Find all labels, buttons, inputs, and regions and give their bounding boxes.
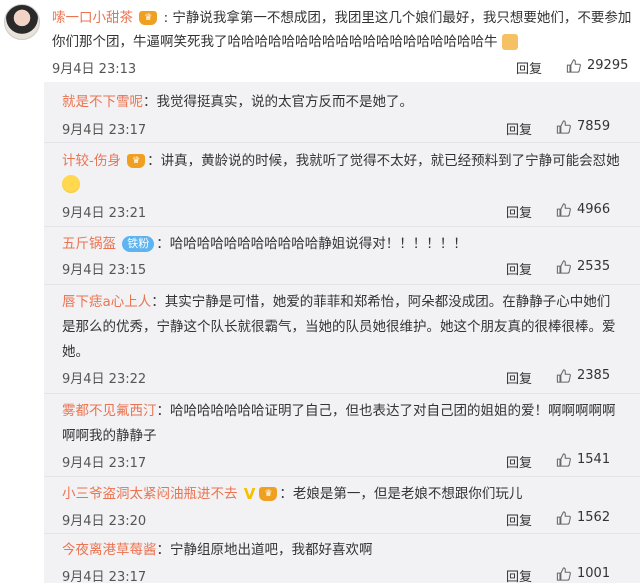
weibo-comment-thread: 嗦一口小甜茶 ♛ : 宁静说我拿第一不想成团，我团里这几个娘们最好，我只想要她们…	[0, 0, 640, 585]
like-count: 7859	[577, 119, 611, 134]
crown-badge-icon: ♛	[139, 11, 158, 25]
reply-button[interactable]: 回复	[506, 566, 532, 585]
divider	[44, 476, 640, 477]
reply-time: 9月4日 23:21	[62, 206, 147, 221]
reply-author[interactable]: 计较-伤身	[62, 153, 121, 169]
reply-text: 啊啊我的静静子	[62, 428, 157, 444]
reply-time: 9月4日 23:17	[62, 456, 147, 471]
reply-author[interactable]: 小三爷盗洞太紧闷油瓶进不去	[62, 486, 238, 502]
reply-text: 是那么的优秀，宁静这个队长就很霸气，当她的队员她很维护。她这个朋友真的很棒很棒。…	[62, 319, 616, 335]
reply-author[interactable]: 五斤锅盔	[62, 236, 116, 252]
reply-button[interactable]: 回复	[516, 58, 542, 77]
reply-button[interactable]: 回复	[506, 368, 532, 387]
like-button[interactable]: 1001	[556, 566, 610, 581]
divider	[44, 142, 640, 143]
reply-time: 9月4日 23:20	[62, 514, 147, 529]
v-icon: V	[243, 485, 256, 503]
comment-time: 9月4日 23:13	[52, 62, 137, 77]
like-button[interactable]: 7859	[556, 119, 610, 134]
reply-line: 今夜离港草莓酱：宁静组原地出道吧，我都好喜欢啊	[62, 540, 373, 560]
like-count: 2385	[577, 368, 611, 383]
reply-text: ：其实宁静是可惜，她爱的菲菲和郑希怡，阿朵都没成团。在静静子心中她们	[151, 294, 611, 310]
like-button[interactable]: 29295	[566, 58, 628, 73]
reply-text: ：哈哈哈哈哈哈哈哈哈哈哈静姐说得对！！！！！！	[156, 236, 467, 252]
thumbs-up-icon	[556, 119, 571, 134]
reply-text: ：我觉得挺真实，说的太官方反而不是她了。	[143, 94, 413, 110]
reply-author[interactable]: 就是不下雪呢	[62, 94, 143, 110]
thumbs-up-icon	[556, 566, 571, 581]
like-button[interactable]: 1562	[556, 510, 610, 525]
reply-text: ：讲真，黄龄说的时候，我就听了觉得不太好，就已经预料到了宁静可能会怼她	[147, 153, 620, 169]
thumbs-up-icon	[556, 510, 571, 525]
thumbs-up-icon	[556, 368, 571, 383]
laughing-emoji	[62, 175, 80, 193]
fan-level-badge: 铁粉	[122, 236, 155, 252]
like-button[interactable]: 4966	[556, 202, 610, 217]
thumbs-up-icon	[566, 58, 581, 73]
reply-author[interactable]: 唇下痣a心上人	[62, 294, 151, 310]
divider	[44, 533, 640, 534]
reply-text: ：老娘是第一，但是老娘不想跟你们玩儿	[279, 486, 523, 502]
reply-line: 五斤锅盔 铁粉 ：哈哈哈哈哈哈哈哈哈哈哈静姐说得对！！！！！！	[62, 234, 467, 254]
crown-badge-icon: ♛	[127, 154, 146, 168]
like-count: 2535	[577, 259, 611, 274]
reply-button[interactable]: 回复	[506, 119, 532, 138]
reply-line: 唇下痣a心上人：其实宁静是可惜，她爱的菲菲和郑希怡，阿朵都没成团。在静静子心中她…	[62, 292, 610, 312]
reply-author[interactable]: 今夜离港草莓酱	[62, 542, 157, 558]
like-count: 1541	[577, 452, 611, 467]
reply-button[interactable]: 回复	[506, 452, 532, 471]
reply-line: 她。	[62, 342, 89, 362]
reply-time: 9月4日 23:22	[62, 372, 147, 387]
thumbs-up-icon	[556, 259, 571, 274]
thumbs-up-icon	[556, 452, 571, 467]
main-comment: 嗦一口小甜茶 ♛ : 宁静说我拿第一不想成团，我团里这几个娘们最好，我只想要她们…	[0, 0, 640, 78]
comment-text-1: : 宁静说我拿第一不想成团，我团里这几个娘们最好，我只想要她们，不要参加	[163, 10, 632, 26]
reply-time: 9月4日 23:17	[62, 123, 147, 138]
reply-time: 9月4日 23:17	[62, 570, 147, 585]
divider	[44, 226, 640, 227]
reply-button[interactable]: 回复	[506, 510, 532, 529]
reply-line: 计较-伤身 ♛ ：讲真，黄龄说的时候，我就听了觉得不太好，就已经预料到了宁静可能会…	[62, 151, 620, 171]
like-button[interactable]: 2535	[556, 259, 610, 274]
divider	[44, 393, 640, 394]
reply-text: ：哈哈哈哈哈哈哈证明了自己，但也表达了对自己团的姐姐的爱！啊啊啊啊啊	[156, 403, 616, 419]
reply-line: 是那么的优秀，宁静这个队长就很霸气，当她的队员她很维护。她这个朋友真的很棒很棒。…	[62, 317, 616, 337]
like-count: 29295	[587, 58, 629, 73]
comment-line-2: 你们那个团，牛逼啊笑死我了哈哈哈哈哈哈哈哈哈哈哈哈哈哈哈哈哈哈哈牛	[52, 32, 518, 52]
reply-line	[62, 174, 80, 194]
like-count: 4966	[577, 202, 611, 217]
reply-author[interactable]: 雾都不见氟西汀	[62, 403, 157, 419]
crown-badge-icon: ♛	[259, 487, 278, 501]
comment-text-2: 你们那个团，牛逼啊笑死我了哈哈哈哈哈哈哈哈哈哈哈哈哈哈哈哈哈哈哈牛	[52, 34, 498, 50]
reply-button[interactable]: 回复	[506, 259, 532, 278]
thumbs-up-icon	[556, 202, 571, 217]
thumbs-up-emoji	[501, 34, 518, 50]
reply-time: 9月4日 23:15	[62, 263, 147, 278]
reply-line: 小三爷盗洞太紧闷油瓶进不去 V ♛ ：老娘是第一，但是老娘不想跟你们玩儿	[62, 484, 522, 504]
comment-line-1: 嗦一口小甜茶 ♛ : 宁静说我拿第一不想成团，我团里这几个娘们最好，我只想要她们…	[52, 8, 631, 28]
like-button[interactable]: 2385	[556, 368, 610, 383]
reply-line: 啊啊我的静静子	[62, 426, 157, 446]
like-count: 1001	[577, 566, 611, 581]
comment-author[interactable]: 嗦一口小甜茶	[52, 10, 133, 26]
reply-line: 雾都不见氟西汀：哈哈哈哈哈哈哈证明了自己，但也表达了对自己团的姐姐的爱！啊啊啊啊…	[62, 401, 616, 421]
reply-button[interactable]: 回复	[506, 202, 532, 221]
reply-text: 她。	[62, 344, 89, 360]
like-button[interactable]: 1541	[556, 452, 610, 467]
reply-line: 就是不下雪呢：我觉得挺真实，说的太官方反而不是她了。	[62, 92, 413, 112]
user-avatar[interactable]	[4, 4, 40, 40]
divider	[44, 284, 640, 285]
like-count: 1562	[577, 510, 611, 525]
reply-text: ：宁静组原地出道吧，我都好喜欢啊	[156, 542, 373, 558]
